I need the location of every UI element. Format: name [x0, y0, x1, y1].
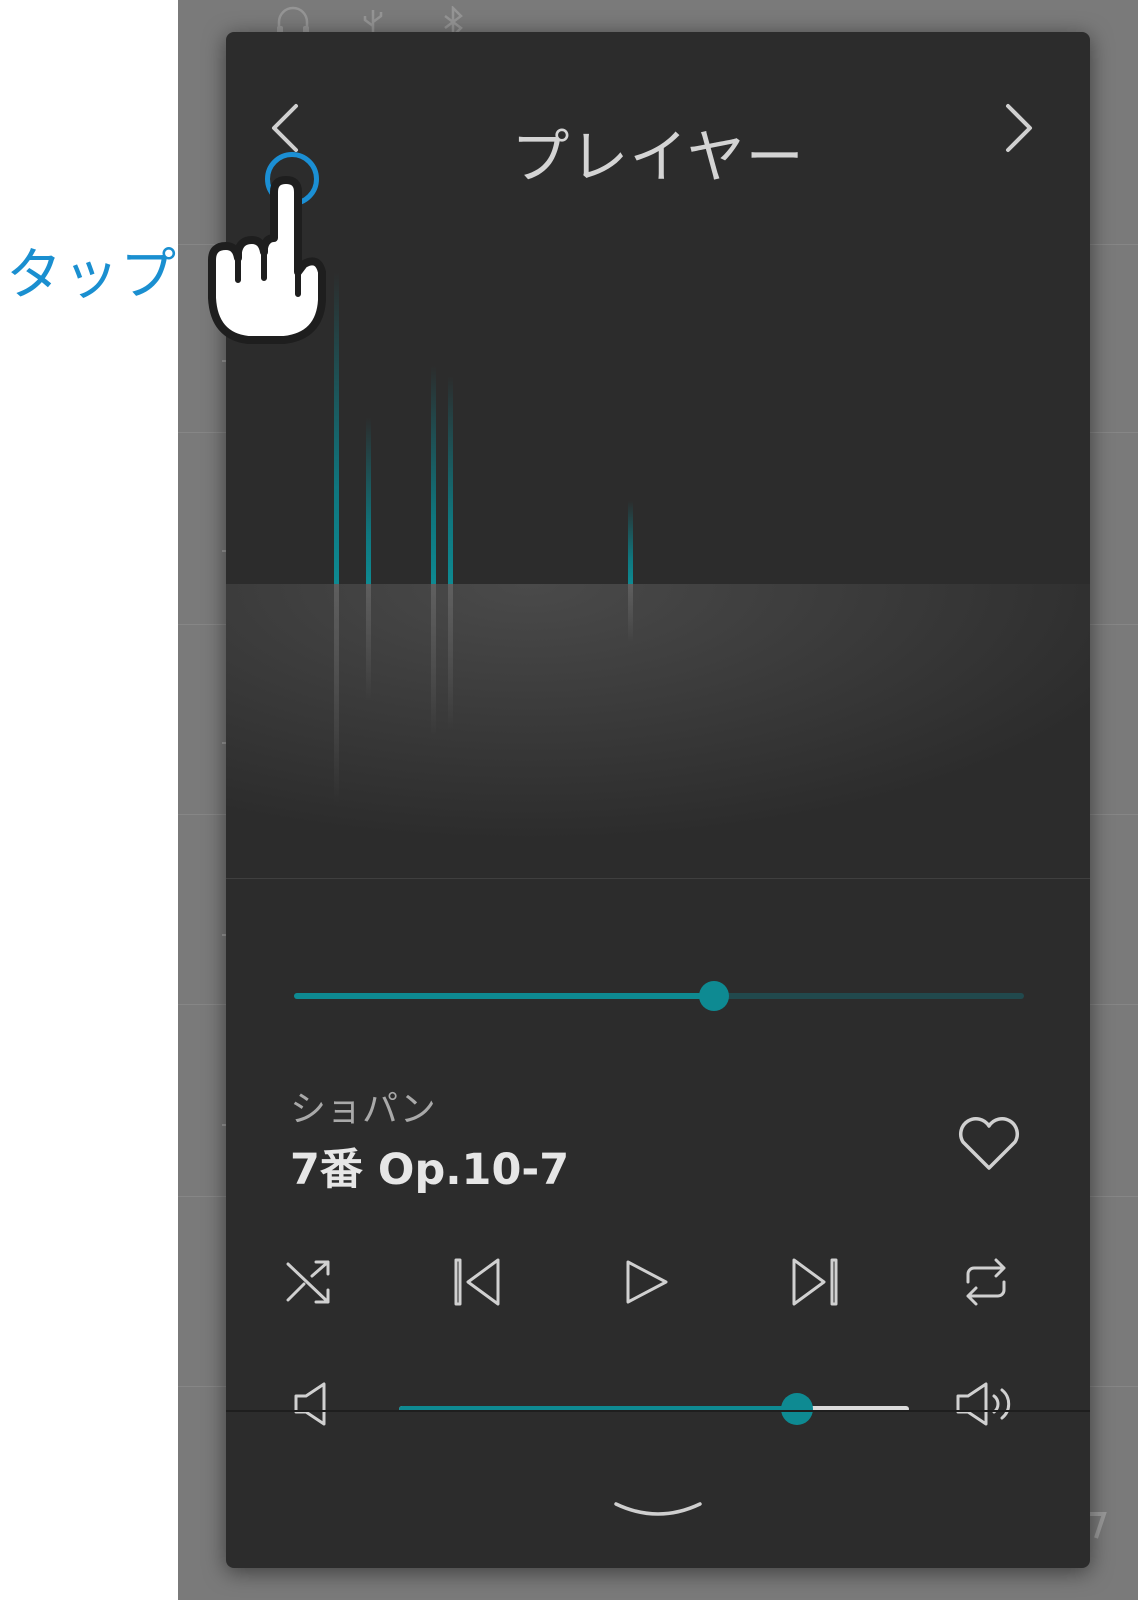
- volume-down-button[interactable]: [290, 1378, 360, 1430]
- play-icon: [626, 1260, 668, 1304]
- volume-thumb[interactable]: [780, 1393, 813, 1425]
- chevron-right-icon: [1006, 104, 1032, 152]
- shuffle-icon: [286, 1260, 330, 1304]
- repeat-button[interactable]: [956, 1252, 1016, 1312]
- heart-icon: [959, 1116, 1019, 1170]
- next-screen-button[interactable]: [988, 92, 1048, 162]
- artist-name: ショパン: [290, 1089, 436, 1130]
- visualizer-bar: [431, 365, 436, 584]
- visualizer-bar: [448, 376, 453, 584]
- visualizer-bar-reflection: [366, 584, 371, 701]
- visualizer-floor: [226, 584, 1090, 927]
- visualizer-bar-reflection: [334, 584, 339, 803]
- tap-callout-label: タップ: [6, 243, 177, 308]
- shuffle-button[interactable]: [280, 1252, 340, 1312]
- section-divider: [226, 878, 1090, 879]
- track-title: 7番 Op.10-7: [290, 1145, 570, 1195]
- skip-back-icon: [454, 1258, 500, 1306]
- visualizer-bar-reflection: [628, 584, 633, 643]
- repeat-icon: [966, 1258, 1006, 1306]
- speaker-icon: [294, 1382, 326, 1426]
- visualizer-canvas: [226, 272, 1090, 927]
- audio-visualizer: [226, 222, 1090, 927]
- visualizer-bar: [628, 500, 633, 584]
- player-panel: プレイヤー ショパン 7番 Op.10-7: [226, 32, 1090, 1568]
- skip-forward-icon: [792, 1258, 838, 1306]
- section-divider: [226, 1410, 1090, 1412]
- skip-back-button[interactable]: [448, 1252, 508, 1312]
- pointing-hand-icon: [208, 176, 326, 344]
- seek-bar[interactable]: [294, 981, 1024, 1011]
- volume-up-button[interactable]: [952, 1378, 1022, 1430]
- collapse-player-button[interactable]: [608, 1490, 708, 1534]
- visualizer-bar-reflection: [431, 584, 436, 737]
- speaker-loud-icon: [956, 1382, 1011, 1426]
- seek-thumb[interactable]: [698, 981, 729, 1011]
- chevron-down-icon: [614, 1502, 702, 1516]
- player-header: プレイヤー: [226, 32, 1090, 222]
- seek-progress: [294, 993, 714, 999]
- visualizer-bar: [366, 417, 371, 584]
- page-title: プレイヤー: [511, 123, 805, 191]
- skip-forward-button[interactable]: [786, 1252, 846, 1312]
- play-button[interactable]: [616, 1252, 676, 1312]
- favorite-button[interactable]: [954, 1112, 1024, 1174]
- visualizer-bar-reflection: [448, 584, 453, 730]
